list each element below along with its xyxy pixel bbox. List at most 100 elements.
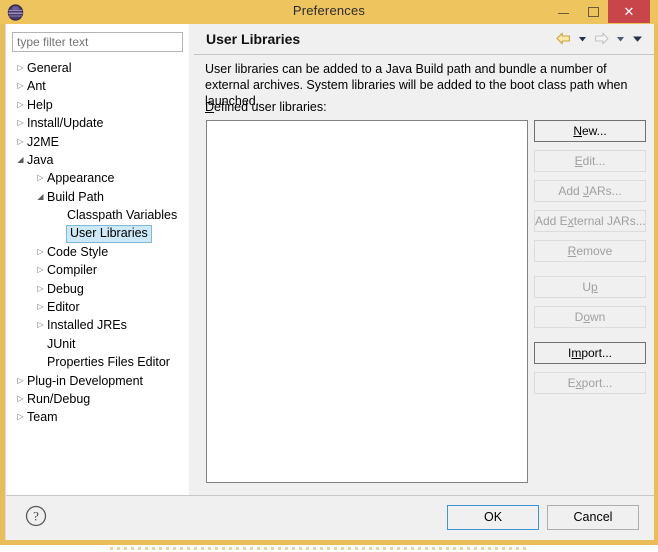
tree-collapsed-arrow-icon[interactable]: ▷	[14, 114, 27, 132]
tree-item-label: Installed JREs	[47, 318, 127, 333]
tree-item-label: General	[27, 61, 72, 75]
tree-item-debug[interactable]: ▷ Debug	[6, 280, 189, 298]
tree-collapsed-arrow-icon[interactable]: ▷	[14, 133, 27, 151]
tree-item-label: Code Style	[47, 244, 109, 259]
help-question-icon[interactable]: ?	[24, 504, 48, 528]
tree-collapsed-arrow-icon[interactable]: ▷	[14, 77, 27, 95]
button-label-post: port...	[581, 346, 613, 360]
tree-item-label: Install/Update	[27, 116, 104, 131]
tree-item-label: Run/Debug	[27, 392, 91, 407]
tree-item-properties-files-editor[interactable]: ·Properties Files Editor	[6, 353, 189, 371]
cancel-button[interactable]: Cancel	[547, 505, 639, 530]
tree-collapsed-arrow-icon[interactable]: ▷	[14, 372, 27, 390]
tree-item-label: Compiler	[47, 263, 98, 278]
page-nav-toolbar	[555, 30, 644, 47]
tree-item-label: JUnit	[47, 336, 76, 351]
close-icon: ✕	[623, 3, 635, 19]
svg-text:?: ?	[33, 509, 39, 524]
tree-item-build-path[interactable]: ◢ Build Path	[6, 188, 189, 206]
tree-collapsed-arrow-icon[interactable]: ▷	[14, 390, 27, 408]
tree-item-code-style[interactable]: ▷ Code Style	[6, 243, 189, 261]
tree-item-j2me[interactable]: ▷ J2ME	[6, 133, 189, 151]
tree-item-label: Java	[27, 152, 54, 167]
tree-item-compiler[interactable]: ▷ Compiler	[6, 261, 189, 279]
tree-item-installed-jres[interactable]: ▷ Installed JREs	[6, 316, 189, 334]
tree-item-ant[interactable]: ▷ Ant	[6, 77, 189, 95]
button-label-post: ARs...	[589, 184, 622, 198]
remove-button: Remove	[534, 240, 646, 262]
tree-leaf-spacer: ·	[34, 353, 47, 371]
tree-collapsed-arrow-icon[interactable]: ▷	[14, 96, 27, 114]
tree-item-team[interactable]: ▷ Team	[6, 408, 189, 426]
tree-item-appearance[interactable]: ▷ Appearance	[6, 169, 189, 187]
add-jars-button: Add JARs...	[534, 180, 646, 202]
tree-item-help[interactable]: ▷ Help	[6, 96, 189, 114]
tree-item-label: Help	[27, 97, 53, 112]
back-arrow-icon[interactable]	[555, 30, 572, 47]
dialog-button-bar: ? OK Cancel	[6, 495, 654, 540]
button-label-pre: U	[582, 280, 591, 294]
button-label-mnemonic: E	[574, 154, 583, 168]
tree-item-junit[interactable]: ·JUnit	[6, 335, 189, 353]
tree-item-install-update[interactable]: ▷ Install/Update	[6, 114, 189, 132]
maximize-button[interactable]	[578, 0, 608, 23]
preferences-tree[interactable]: ▷ General ▷ Ant ▷ Help ▷ Install/Update ▷ J2ME ◢ Ja…	[6, 59, 189, 494]
user-libraries-list[interactable]	[206, 120, 528, 483]
tree-item-label: Debug	[47, 281, 84, 296]
tree-collapsed-arrow-icon[interactable]: ▷	[34, 261, 47, 279]
tree-expanded-arrow-icon[interactable]: ◢	[34, 188, 47, 206]
tree-item-label: Team	[27, 410, 58, 425]
button-label-mnemonic: N	[573, 124, 582, 138]
tree-item-editor[interactable]: ▷ Editor	[6, 298, 189, 316]
page-header: User Libraries	[194, 24, 654, 55]
ok-button[interactable]: OK	[447, 505, 539, 530]
close-button[interactable]: ✕	[608, 0, 650, 23]
up-button: Up	[534, 276, 646, 298]
page-content-pane: User Libraries User libraries can be add…	[194, 24, 654, 495]
tree-collapsed-arrow-icon[interactable]: ▷	[34, 280, 47, 298]
button-label-pre: Add	[558, 184, 583, 198]
tree-collapsed-arrow-icon[interactable]: ▷	[34, 243, 47, 261]
minimize-button[interactable]	[548, 0, 578, 23]
filter-field-wrapper	[12, 32, 183, 52]
tree-expanded-arrow-icon[interactable]: ◢	[14, 151, 27, 169]
library-actions-column: New... Edit... Add JARs... Add External JAR…	[534, 120, 646, 402]
tree-collapsed-arrow-icon[interactable]: ▷	[14, 408, 27, 426]
desktop-underlay	[0, 545, 658, 552]
defined-libraries-label: Defined user libraries:	[205, 100, 327, 114]
tree-item-label: Ant	[27, 79, 46, 94]
button-label-mnemonic: o	[583, 310, 590, 324]
view-menu-chevron-down-icon[interactable]	[631, 30, 644, 47]
tree-item-label: Plug-in Development	[27, 373, 144, 388]
title-bar[interactable]: Preferences ✕	[0, 0, 658, 24]
tree-collapsed-arrow-icon[interactable]: ▷	[34, 316, 47, 334]
filter-input[interactable]	[12, 32, 183, 52]
button-label-post: emove	[576, 244, 613, 258]
tree-item-plug-in-development[interactable]: ▷ Plug-in Development	[6, 372, 189, 390]
tree-item-java[interactable]: ◢ Java	[6, 151, 189, 169]
button-label-post: dit...	[582, 154, 606, 168]
tree-collapsed-arrow-icon[interactable]: ▷	[34, 169, 47, 187]
page-title: User Libraries	[206, 31, 301, 47]
tree-item-classpath-variables[interactable]: ·Classpath Variables	[6, 206, 189, 224]
edit-button: Edit...	[534, 150, 646, 172]
underlay-streak	[110, 547, 530, 550]
button-label-post: wn	[590, 310, 606, 324]
preferences-dialog: ▷General▷Ant▷Help▷Install/Update▷J2ME◢Ja…	[5, 24, 654, 540]
tree-collapsed-arrow-icon[interactable]: ▷	[14, 59, 27, 77]
tree-item-run-debug[interactable]: ▷ Run/Debug	[6, 390, 189, 408]
new-button[interactable]: New...	[534, 120, 646, 142]
button-label-pre: E	[567, 376, 576, 390]
button-label-mnemonic: p	[590, 280, 598, 294]
import-button[interactable]: Import...	[534, 342, 646, 364]
tree-collapsed-arrow-icon[interactable]: ▷	[34, 298, 47, 316]
tree-item-user-libraries[interactable]: ·User Libraries	[6, 224, 189, 243]
back-history-chevron-down-icon[interactable]	[576, 30, 589, 47]
down-button: Down	[534, 306, 646, 328]
button-label-pre: D	[574, 310, 584, 324]
tree-item-general[interactable]: ▷ General	[6, 59, 189, 77]
defined-libraries-label-mnemonic: D	[205, 100, 215, 114]
defined-libraries-label-rest: efined user libraries:	[214, 100, 327, 114]
tree-item-label: Build Path	[47, 189, 104, 204]
preferences-window: Preferences ✕ ▷General▷Ant▷Help▷Install/…	[0, 0, 658, 552]
